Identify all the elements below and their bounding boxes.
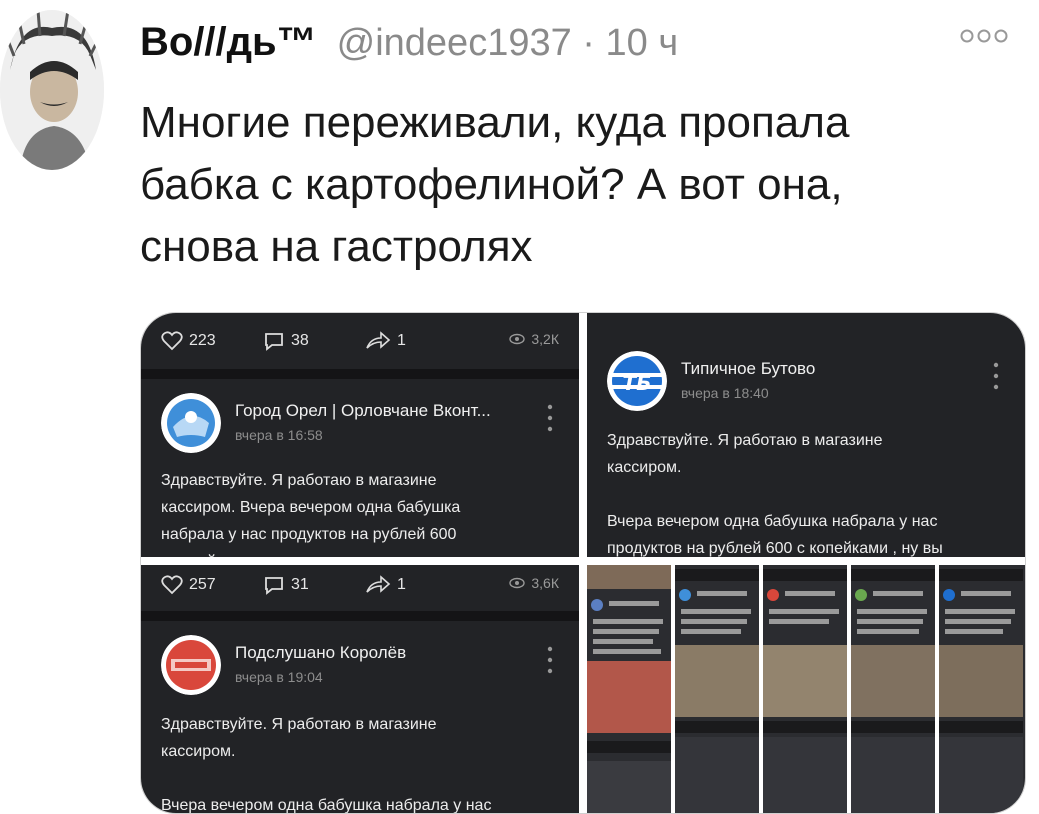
shares-count: 1 [397, 576, 406, 593]
likes-stat: 223 [161, 331, 216, 351]
post-text-line: кассиром. Вчера вечером одна бабушка [161, 499, 461, 516]
post-time: вчера в 18:40 [681, 385, 769, 401]
heart-icon [161, 575, 183, 595]
screenshot-korolev[interactable]: 257 31 1 3,6К Подслушано Королёв вчера в… [141, 565, 579, 813]
post-menu-icon[interactable] [993, 361, 999, 391]
post-menu-icon[interactable] [547, 645, 553, 675]
author-handle-time[interactable]: @indeec1937 · 10 ч [337, 22, 678, 65]
eye-icon [509, 577, 526, 589]
post-text-line [161, 765, 555, 792]
post-text-line: продуктов на рублей 600 с копейками , ну… [607, 540, 943, 557]
post-header: Подслушано Королёв вчера в 19:04 [161, 635, 559, 699]
community-logo-orel[interactable] [161, 393, 221, 453]
share-icon [366, 331, 391, 349]
post-divider [141, 611, 579, 621]
post-header: ТБ Типичное Бутово вчера в 18:40 [607, 351, 1005, 415]
comments-stat: 31 [263, 575, 309, 595]
heart-icon [161, 331, 183, 351]
tweet-text-line: бабка с картофелиной? А вот она, [140, 160, 843, 209]
post-text-line: Вчера вечером одна бабушка набрала у нас [607, 513, 938, 530]
avatar-portrait-icon [0, 10, 104, 170]
comment-icon [265, 577, 283, 595]
collage-thumbnail[interactable] [851, 565, 935, 813]
screenshot-orel[interactable]: 223 38 1 3,2К Город Орел | Орловчане Вко… [141, 313, 579, 557]
post-stats: 257 31 1 3,6К [161, 575, 559, 601]
collage-thumbnail[interactable] [763, 565, 847, 813]
post-text: Здравствуйте. Я работаю в магазине касси… [161, 711, 555, 813]
shares-stat: 1 [365, 575, 406, 595]
community-name[interactable]: Подслушано Королёв [235, 643, 406, 663]
post-divider [141, 369, 579, 379]
post-text-line: набрала у нас продуктов на рублей 600 [161, 526, 457, 543]
share-icon [366, 575, 391, 593]
likes-count: 257 [189, 576, 216, 593]
post-header: Город Орел | Орловчане Вконт... вчера в … [161, 393, 559, 457]
post-text-line: кассиром. [607, 459, 682, 476]
views-stat: 3,2К [509, 331, 559, 347]
post-stats: 223 38 1 3,2К [161, 331, 559, 357]
post-text: Здравствуйте. Я работаю в магазине касси… [161, 467, 555, 557]
post-time: вчера в 19:04 [235, 669, 323, 685]
post-text-line [607, 481, 1001, 508]
eye-icon [509, 333, 526, 345]
author-name[interactable]: Во///дь™ [140, 20, 317, 65]
post-text-line: Вчера вечером одна бабушка набрала у нас [161, 797, 492, 813]
community-logo-butovo[interactable]: ТБ [607, 351, 667, 411]
tweet-text-line: снова на гастролях [140, 222, 533, 271]
screenshot-collage[interactable] [587, 565, 1025, 813]
views-count: 3,2К [531, 331, 559, 347]
shares-count: 1 [397, 332, 406, 349]
post-text-line: с копейками , ну вы знаете там самое [161, 548, 555, 557]
likes-count: 223 [189, 332, 216, 349]
shares-stat: 1 [365, 331, 406, 351]
post-text: Здравствуйте. Я работаю в магазине касси… [607, 427, 1001, 557]
comment-icon [265, 333, 283, 351]
comments-stat: 38 [263, 331, 309, 351]
post-menu-icon[interactable] [547, 403, 553, 433]
logo-letters: ТБ [623, 371, 652, 395]
post-text-line: Здравствуйте. Я работаю в магазине [607, 432, 883, 449]
comments-count: 38 [291, 332, 309, 349]
post-text-line: Здравствуйте. Я работаю в магазине [161, 472, 437, 489]
post-text-line: кассиром. [161, 743, 236, 760]
community-name[interactable]: Город Орел | Орловчане Вконт... [235, 401, 491, 421]
collage-thumbnail[interactable] [587, 565, 671, 813]
post-text-line: Здравствуйте. Я работаю в магазине [161, 716, 437, 733]
tweet-text-line: Многие переживали, куда пропала [140, 98, 850, 147]
collage-thumbnail[interactable] [675, 565, 759, 813]
community-name[interactable]: Типичное Бутово [681, 359, 815, 379]
likes-stat: 257 [161, 575, 216, 595]
tweet-media-grid[interactable]: 223 38 1 3,2К Город Орел | Орловчане Вко… [140, 312, 1026, 814]
screenshot-butovo[interactable]: ТБ Типичное Бутово вчера в 18:40 Здравст… [587, 313, 1025, 557]
post-time: вчера в 16:58 [235, 427, 323, 443]
views-count: 3,6К [531, 575, 559, 591]
community-logo-korolev[interactable] [161, 635, 221, 695]
avatar[interactable] [0, 10, 104, 170]
views-stat: 3,6К [509, 575, 559, 591]
comments-count: 31 [291, 576, 309, 593]
tweet-header: Во///дь™ @indeec1937 · 10 ч [140, 20, 678, 70]
collage-thumbnail[interactable] [939, 565, 1025, 813]
more-options-icon[interactable] [959, 26, 1009, 46]
tweet-text: Многие переживали, куда пропала бабка с … [140, 92, 1000, 278]
